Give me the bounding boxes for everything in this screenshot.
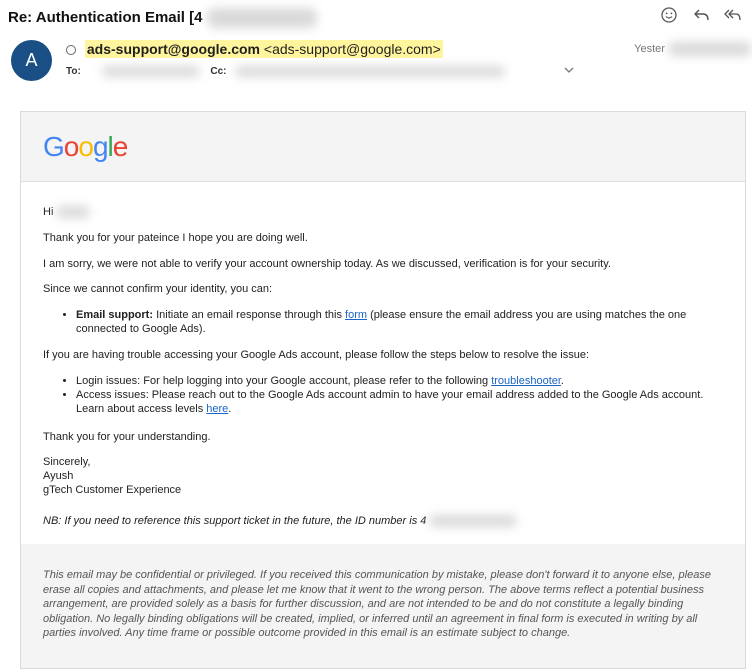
body-paragraph: Since we cannot confirm your identity, y… [43, 283, 273, 295]
issues-list: Login issues: For help logging into your… [43, 374, 718, 416]
body-paragraph: Thank you for your understanding. [43, 431, 211, 443]
logo-letter: o [63, 131, 80, 162]
reply-icon[interactable] [692, 6, 710, 24]
redacted-subject [206, 8, 317, 28]
access-text: Access issues: Please reach out to the G… [76, 389, 704, 415]
email-header-bar: Re: Authentication Email [4 [0, 0, 752, 34]
cc-label: Cc: [210, 66, 227, 78]
body-paragraph: If you are having trouble accessing your… [43, 349, 590, 361]
redacted-ticket-id [429, 515, 518, 528]
email-subject: Re: Authentication Email [4 [8, 8, 317, 28]
access-end: . [228, 403, 232, 415]
ticket-note-text: NB: If you need to reference this suppor… [43, 515, 427, 527]
avatar-letter: A [25, 50, 38, 70]
list-item: Email support: Initiate an email respons… [76, 308, 718, 336]
signature-team: gTech Customer Experience [43, 484, 182, 496]
message-actions [660, 6, 742, 24]
logo-letter: e [112, 131, 129, 162]
list-item: Login issues: For help logging into your… [76, 374, 718, 388]
sender-avatar[interactable]: A [11, 40, 52, 81]
to-label: To: [66, 66, 81, 78]
sender-field[interactable]: ads-support@google.com <ads-support@goog… [84, 40, 443, 58]
redacted-time [668, 42, 752, 56]
signature-name: Ayush [43, 470, 74, 482]
status-icon [66, 45, 76, 56]
troubleshooter-link[interactable]: troubleshooter [491, 375, 561, 387]
body-paragraph: I am sorry, we were not able to verify y… [43, 258, 611, 270]
recipient-line: To: Cc: [66, 66, 506, 78]
email-body: Hi Thank you for your pateince I hope yo… [21, 182, 745, 544]
here-link[interactable]: here [206, 403, 228, 415]
brand-header: Google [21, 112, 745, 182]
timestamp: Yester [634, 42, 752, 56]
chevron-down-icon[interactable] [563, 65, 575, 78]
signoff: Sincerely, [43, 456, 91, 468]
support-list: Email support: Initiate an email respons… [43, 308, 718, 336]
logo-letter: G [43, 131, 65, 162]
reply-all-icon[interactable] [724, 6, 742, 24]
ticket-note: NB: If you need to reference this suppor… [43, 514, 718, 528]
email-footer: This email may be confidential or privil… [21, 544, 745, 668]
support-text: Initiate an email response through this [153, 309, 346, 321]
google-logo: Google [43, 131, 129, 163]
signature: Sincerely, Ayush gTech Customer Experien… [43, 455, 718, 497]
list-item: Access issues: Please reach out to the G… [76, 388, 718, 416]
logo-letter: o [78, 131, 94, 162]
disclaimer: This email may be confidential or privil… [43, 569, 711, 639]
subject-text: Re: Authentication Email [4 [8, 8, 203, 26]
logo-letter: g [92, 131, 109, 162]
support-label: Email support: [76, 309, 154, 321]
redacted-name [56, 206, 91, 219]
greeting: Hi [43, 205, 718, 219]
email-message: Google Hi Thank you for your pateince I … [20, 111, 746, 669]
sender-name: ads-support@google.com [86, 41, 260, 57]
body-paragraph: Thank you for your pateince I hope you a… [43, 232, 308, 244]
redacted-cc [235, 66, 506, 77]
login-end: . [560, 375, 564, 387]
from-line: ads-support@google.com <ads-support@goog… [66, 40, 443, 58]
sender-address: <ads-support@google.com> [263, 41, 441, 57]
login-text: Login issues: For help logging into your… [76, 375, 492, 387]
greeting-text: Hi [43, 206, 54, 218]
form-link[interactable]: form [345, 309, 367, 321]
timestamp-text: Yester [634, 42, 665, 55]
redacted-to [101, 66, 200, 77]
smiley-icon[interactable] [660, 6, 678, 24]
